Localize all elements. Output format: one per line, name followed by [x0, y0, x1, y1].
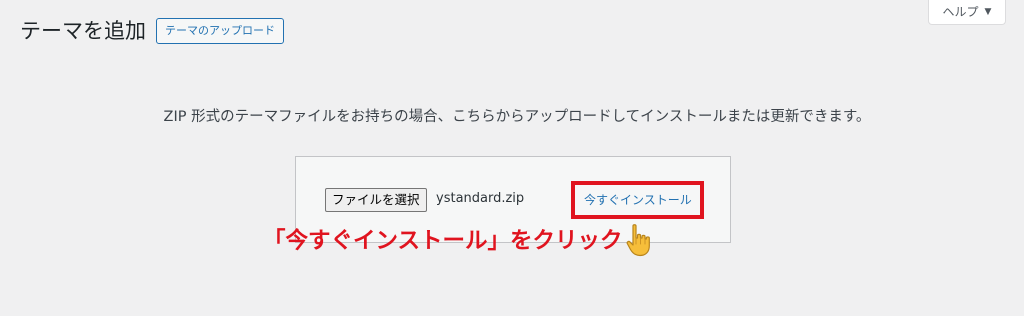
chevron-down-icon: ▼ — [984, 6, 992, 17]
pointing-hand-icon — [626, 224, 650, 257]
install-now-button[interactable]: 今すぐインストール — [584, 191, 692, 209]
page-title: テーマを追加 — [20, 19, 146, 43]
upload-theme-button[interactable]: テーマのアップロード — [156, 18, 284, 44]
choose-file-button[interactable]: ファイルを選択 — [325, 188, 427, 212]
help-tab-button[interactable]: ヘルプ ▼ — [928, 0, 1006, 25]
annotation-text: 「今すぐインストール」をクリック — [263, 228, 623, 254]
help-tab-label: ヘルプ — [942, 5, 979, 19]
upload-help-text: ZIP 形式のテーマファイルをお持ちの場合、こちらからアップロードしてインストー… — [163, 109, 871, 125]
selected-file-name: ystandard.zip — [436, 191, 525, 206]
